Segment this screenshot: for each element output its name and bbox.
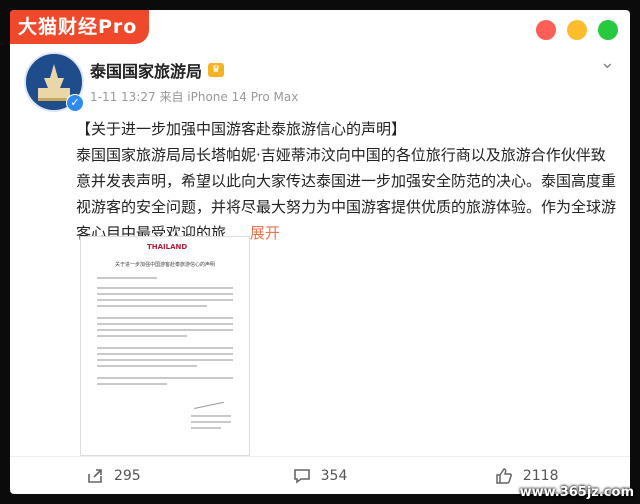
document-title: 关于进一步加强中国游客赴泰旅游信心的声明 [114,262,215,268]
verified-badge-icon: ✓ [66,94,84,112]
doc-text-line [97,305,207,307]
doc-text-line [97,383,167,385]
like-button[interactable]: 2118 [423,467,630,485]
site-watermark: www.365jz.com [519,485,634,500]
thumbs-up-icon [496,468,512,484]
brand-badge: 大猫财经Pro [10,10,150,44]
repost-button[interactable]: 295 [10,467,217,485]
doc-text-line [191,415,231,417]
doc-text-line [97,353,233,355]
attached-document-image[interactable]: THAILAND 关于进一步加强中国游客赴泰旅游信心的声明 [80,236,250,456]
post-meta: 1-11 13:27 来自 iPhone 14 Pro Max [90,88,298,105]
post-body: 【关于进一步加强中国游客赴泰旅游信心的声明】 泰国国家旅游局局长塔帕妮·吉娅蒂沛… [76,116,616,246]
doc-text-line [97,277,157,279]
doc-text-line [97,287,233,289]
author-name[interactable]: 泰国国家旅游局 [90,58,202,82]
maximize-dot[interactable] [598,20,618,40]
document-logo: THAILAND [147,243,188,251]
doc-text-line [97,293,233,295]
more-options-icon[interactable]: ⌄ [600,52,616,73]
doc-text-line [97,335,187,337]
post-title: 【关于进一步加强中国游客赴泰旅游信心的声明】 [76,120,407,138]
crown-badge-icon: ♛ [208,63,225,77]
doc-text-line [97,359,233,361]
doc-text-line [191,427,221,429]
post-time: 1-11 13:27 [90,90,156,104]
close-dot[interactable] [536,20,556,40]
minimize-dot[interactable] [567,20,587,40]
repost-icon [88,469,102,483]
comment-button[interactable]: 354 [217,467,424,485]
comment-count: 354 [320,468,348,484]
author-row: 泰国国家旅游局 ♛ [90,58,225,82]
doc-text-line [97,329,233,331]
doc-text-line [191,421,231,423]
doc-text-line [97,365,197,367]
weibo-window: 大猫财经Pro ⌄ ✓ 泰国国家旅游局 ♛ 1-11 13:27 来自 iPho… [10,10,630,494]
window-controls [536,20,618,40]
doc-text-line [97,377,233,379]
signature-mark [192,392,224,409]
doc-text-line [97,317,233,319]
screenshot-frame: 大猫财经Pro ⌄ ✓ 泰国国家旅游局 ♛ 1-11 13:27 来自 iPho… [0,0,640,504]
expand-link[interactable]: 展开 [250,224,280,242]
doc-text-line [97,347,233,349]
comment-icon [293,469,310,484]
like-count: 2118 [522,468,559,484]
post-text: 泰国国家旅游局局长塔帕妮·吉娅蒂沛汶向中国的各位旅行商以及旅游合作伙伴致意并发表… [76,146,617,242]
post-source: 来自 iPhone 14 Pro Max [159,90,299,104]
repost-count: 295 [113,468,141,484]
doc-text-line [97,299,233,301]
doc-text-line [97,323,233,325]
